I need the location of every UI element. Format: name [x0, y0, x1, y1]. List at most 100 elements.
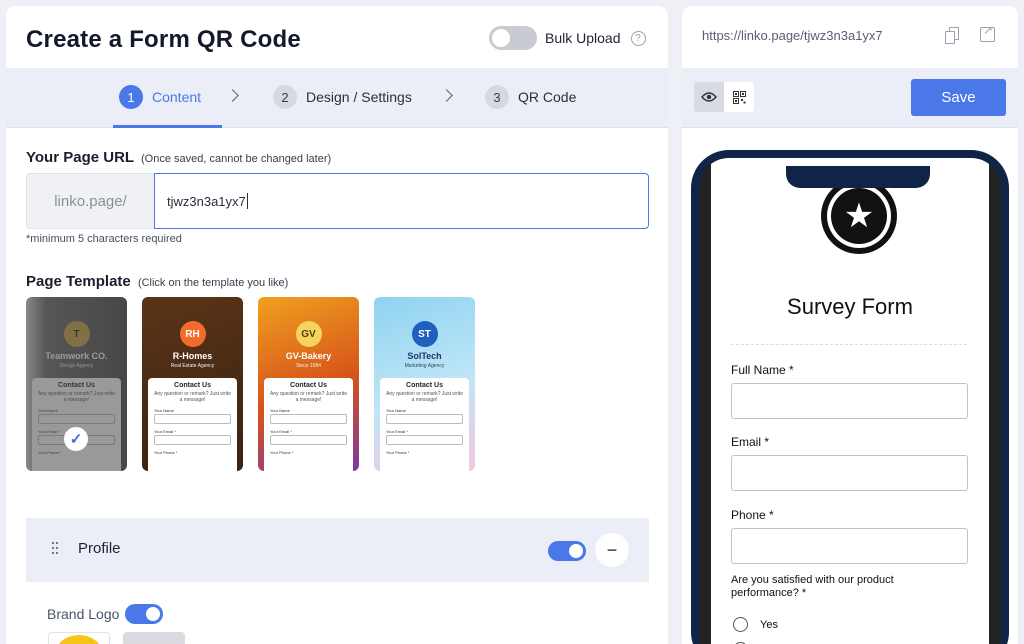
eye-icon	[701, 92, 717, 102]
collapse-button[interactable]: −	[595, 533, 629, 567]
brand-logo-row: Brand Logo	[47, 604, 164, 624]
template-logo: ST	[411, 321, 438, 347]
star-icon: ★	[831, 188, 887, 244]
content-panel: Create a Form QR Code Bulk Upload ? 1 Co…	[6, 6, 668, 644]
survey-title: Survey Form	[787, 294, 913, 319]
card-field-label: Your Phone *	[270, 450, 294, 455]
help-icon[interactable]: ?	[630, 30, 646, 46]
template-soltech[interactable]: ST SolTech Marketing Agency Contact Us A…	[374, 297, 475, 471]
radio-circle	[733, 617, 748, 632]
phone-notch	[786, 166, 930, 188]
divider	[731, 344, 967, 345]
page-template-heading: Page Template (Click on the template you…	[26, 273, 288, 290]
step-label: Design / Settings	[306, 89, 412, 105]
external-link-icon[interactable]	[980, 23, 995, 42]
template-card: Contact Us Any question or remark? Just …	[32, 378, 121, 471]
card-field	[270, 414, 347, 424]
card-subtitle: Any question or remark? Just write a mes…	[154, 391, 231, 403]
template-card: Contact Us Any question or remark? Just …	[148, 378, 237, 471]
card-field	[154, 414, 231, 424]
url-prefix: linko.page/	[26, 173, 154, 229]
page-url-note: (Once saved, cannot be changed later)	[140, 153, 332, 165]
template-logo: GV	[295, 321, 322, 347]
card-subtitle: Any question or remark? Just write a mes…	[38, 391, 115, 403]
card-field-label: Your Name	[154, 408, 174, 413]
template-tagline: Since 1984	[295, 363, 322, 369]
radio-label: Yes	[760, 618, 778, 631]
profile-title: Profile	[78, 540, 121, 557]
save-button[interactable]: Save	[911, 79, 1006, 116]
chevron-right-icon	[226, 89, 239, 102]
bulk-upload-label: Bulk Upload	[545, 30, 621, 46]
page-url-input[interactable]: tjwz3n3a1yx7	[154, 173, 649, 229]
drag-handle-icon[interactable]	[52, 542, 58, 554]
template-brand: R-Homes	[172, 351, 213, 361]
toggle-knob	[492, 29, 510, 47]
card-title: Contact Us	[406, 382, 443, 389]
page-header: Create a Form QR Code Bulk Upload ?	[6, 6, 668, 68]
phone-frame: ★ Survey Form Full Name * Email * Phone …	[691, 150, 1009, 644]
card-title: Contact Us	[174, 382, 211, 389]
copy-icon[interactable]	[945, 27, 959, 44]
card-field	[154, 435, 231, 445]
toggle-knob	[146, 607, 161, 621]
card-field-label: Your Name	[270, 408, 290, 413]
profile-section-header[interactable]: Profile −	[26, 518, 649, 582]
card-field	[38, 414, 115, 424]
full-name-label: Full Name *	[731, 363, 794, 377]
preview-mode-button[interactable]	[694, 82, 724, 112]
card-field-label: Your Name	[386, 408, 406, 413]
step-design-settings[interactable]: 2 Design / Settings	[273, 85, 412, 109]
email-input[interactable]	[731, 455, 968, 491]
step-number: 3	[485, 85, 509, 109]
step-number: 2	[273, 85, 297, 109]
brand-logo-upload[interactable]	[123, 632, 185, 644]
page-url-title: Your Page URL	[26, 149, 134, 166]
template-brand: GV-Bakery	[285, 351, 332, 361]
step-label: Content	[152, 89, 202, 105]
star-logo-icon: ★	[821, 178, 897, 254]
page-template-title: Page Template	[26, 273, 131, 290]
full-name-input[interactable]	[731, 383, 968, 419]
phone-input[interactable]	[731, 528, 968, 564]
text-caret	[246, 193, 248, 209]
card-field	[270, 435, 347, 445]
brand-logo-toggle[interactable]	[125, 604, 164, 624]
card-field	[386, 435, 463, 445]
template-logo: T	[63, 321, 90, 347]
page-template-note: (Click on the template you like)	[137, 277, 289, 289]
template-brand: Teamwork CO.	[45, 351, 108, 361]
profile-toggle[interactable]	[548, 541, 586, 561]
bulk-upload-toggle[interactable]	[489, 26, 537, 50]
radio-option-yes[interactable]: Yes	[733, 617, 778, 632]
preview-toolbar: Save	[682, 68, 1018, 128]
brand-logo-label: Brand Logo	[47, 606, 120, 622]
card-field-label: Your Email *	[154, 429, 176, 434]
template-gv-bakery[interactable]: GV GV-Bakery Since 1984 Contact Us Any q…	[258, 297, 359, 471]
active-step-underline	[113, 125, 222, 128]
toggle-knob	[569, 544, 583, 558]
template-card: Contact Us Any question or remark? Just …	[264, 378, 353, 471]
card-subtitle: Any question or remark? Just write a mes…	[270, 391, 347, 403]
phone-bezel: ★ Survey Form Full Name * Email * Phone …	[699, 158, 1001, 644]
stepper: 1 Content 2 Design / Settings 3 QR Code	[6, 68, 668, 128]
card-field-label: Your Phone *	[386, 450, 410, 455]
phone-screen: ★ Survey Form Full Name * Email * Phone …	[711, 158, 989, 644]
template-logo: RH	[179, 321, 206, 347]
qr-code-icon	[732, 90, 746, 104]
brand-logo-thumbnail[interactable]	[48, 632, 110, 644]
url-hint: *minimum 5 characters required	[26, 233, 182, 245]
card-field	[386, 414, 463, 424]
email-label: Email *	[731, 435, 770, 449]
step-content[interactable]: 1 Content	[119, 85, 201, 109]
card-field-label: Your Email *	[386, 429, 408, 434]
page-title: Create a Form QR Code	[26, 26, 301, 53]
card-subtitle: Any question or remark? Just write a mes…	[386, 391, 463, 403]
qr-mode-button[interactable]	[724, 82, 754, 112]
selected-check-icon: ✓	[64, 427, 88, 451]
template-card: Contact Us Any question or remark? Just …	[380, 378, 469, 471]
preview-url: https://linko.page/tjwz3n3a1yx7	[702, 28, 883, 43]
preview-url-bar: https://linko.page/tjwz3n3a1yx7	[682, 6, 1018, 68]
template-r-homes[interactable]: RH R-Homes Real Estate Agency Contact Us…	[142, 297, 243, 471]
step-qr-code[interactable]: 3 QR Code	[485, 85, 576, 109]
